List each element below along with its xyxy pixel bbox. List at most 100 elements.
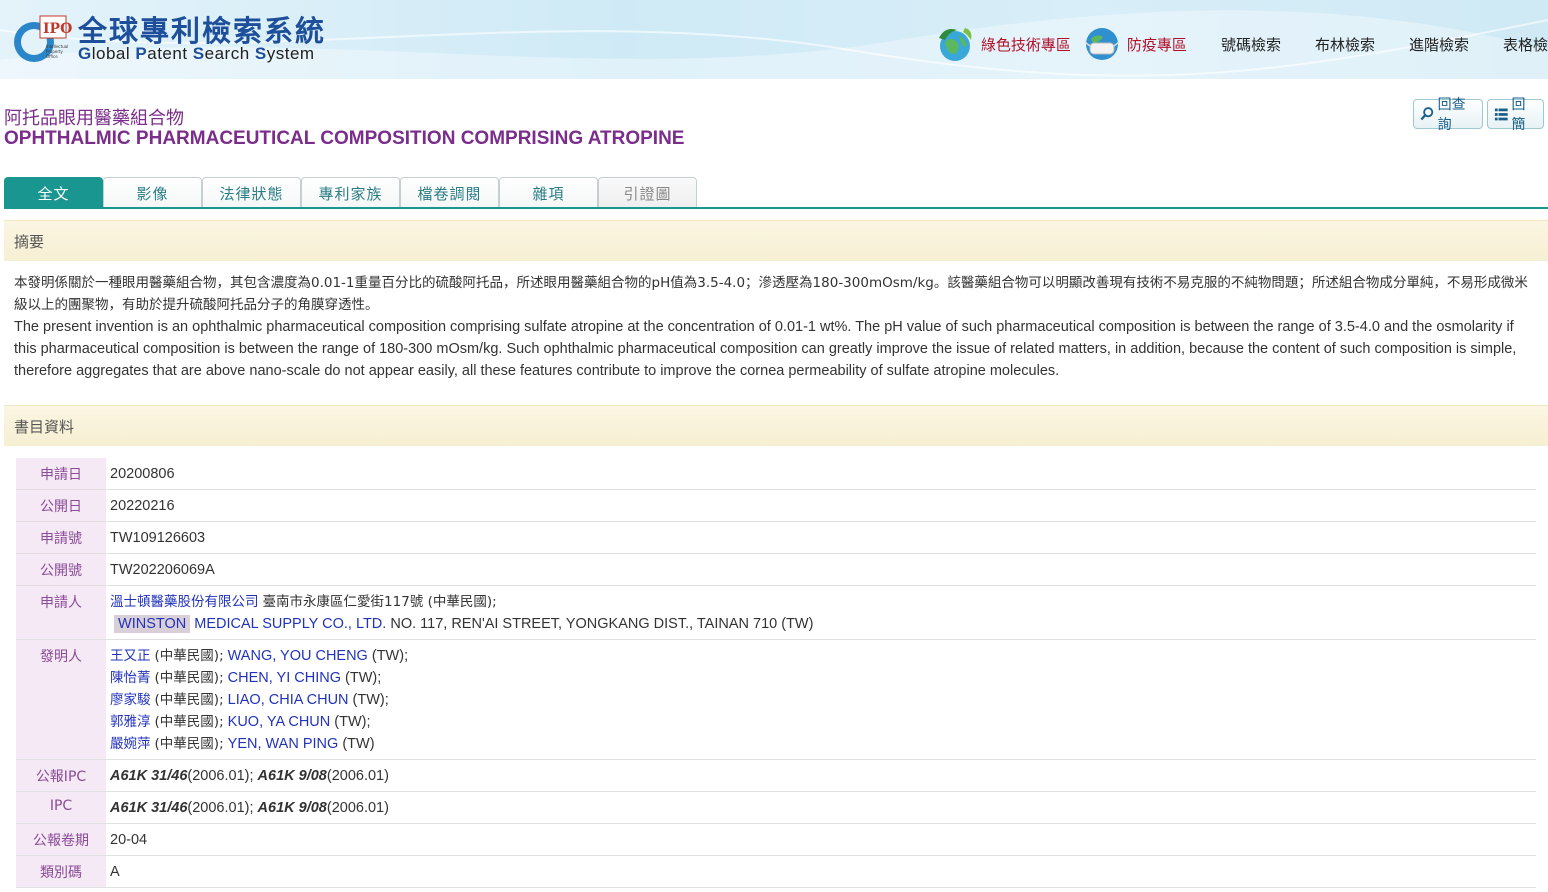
ipc-version: (2006.01); [187,768,254,784]
inventor-country: (TW); [334,714,371,730]
tab-patent-family[interactable]: 專利家族 [301,177,400,208]
table-row: IPC A61K 31/46(2006.01); A61K 9/08(2006.… [16,792,1536,824]
app-no-value: TW109126603 [110,530,206,546]
gazette-ipc-value: A61K 31/46(2006.01); A61K 9/08(2006.01) [106,760,389,791]
list-icon [1494,108,1508,121]
inventor-item: 陳怡菁 (中華民國); CHEN, YI CHING (TW); [110,667,408,689]
back-buttons: 回查詢 回簡 [1413,97,1548,133]
table-row: 公報卷期 20-04 [16,824,1536,856]
table-row: 公開號 TW202206069A [16,554,1536,586]
tab-file-wrapper[interactable]: 檔卷調閱 [400,177,499,208]
mask-globe-icon [1084,28,1120,60]
ipc-code: A61K 9/08 [257,800,327,816]
ipc-version: (2006.01) [326,800,389,816]
ipc-version: (2006.01); [187,800,254,816]
detail-tabs: 全文 影像 法律狀態 專利家族 檔卷調閱 雜項 引證圖 [4,177,697,208]
biblio-section-header: 書目資料 [4,405,1548,446]
app-date-value: 20200806 [110,466,175,482]
nav-advanced-search[interactable]: 進階檢索 [1409,34,1469,55]
biblio-table: 申請日 20200806 公開日 20220216 申請號 TW10912660… [16,458,1536,888]
inventor-country: (中華民國); [154,736,224,752]
top-navigation: 綠色技術專區 防疫專區 號碼檢索 布林檢索 進階檢索 表格檢 [935,22,1548,66]
pub-date-label: 公開日 [16,490,106,521]
table-row: 公報IPC A61K 31/46(2006.01); A61K 9/08(200… [16,760,1536,792]
svg-text:IPO: IPO [43,21,72,37]
inventor-country: (中華民國); [154,714,224,730]
volume-value: 20-04 [110,832,148,848]
nav-green-tech[interactable]: 綠色技術專區 [935,24,1071,64]
table-row: 發明人 王又正 (中華民國); WANG, YOU CHENG (TW); 陳怡… [16,640,1536,760]
ipc-code: A61K 31/46 [110,800,188,816]
inventor-country: (TW); [371,648,409,664]
nav-boolean-search[interactable]: 布林檢索 [1315,34,1375,55]
site-header: IPO Intellectual Property Office 全球專利檢索系… [0,0,1548,79]
applicant-value: 溫士頓醫藥股份有限公司 臺南市永康區仁愛街117號 (中華民國); WINSTO… [106,586,813,639]
gazette-ipc-label: 公報IPC [16,760,106,791]
table-row: 申請號 TW109126603 [16,522,1536,554]
applicant-label: 申請人 [16,586,106,639]
applicant-zh-link[interactable]: 溫士頓醫藥股份有限公司 [110,594,259,610]
nav-epidemic[interactable]: 防疫專區 [1083,25,1187,63]
inventor-en-link[interactable]: WANG, YOU CHENG [228,648,368,664]
inventor-zh-link[interactable]: 陳怡菁 [110,670,151,686]
svg-text:Office: Office [46,54,58,59]
patent-title-zh: 阿托品眼用醫藥組合物 [4,108,184,129]
ipc-label: IPC [16,792,106,823]
nav-table-search[interactable]: 表格檢 [1503,34,1548,55]
table-row: 申請人 溫士頓醫藥股份有限公司 臺南市永康區仁愛街117號 (中華民國); WI… [16,586,1536,640]
nav-number-search[interactable]: 號碼檢索 [1221,34,1281,55]
inventor-label: 發明人 [16,640,106,759]
applicant-zh-address: 臺南市永康區仁愛街117號 (中華民國); [262,594,497,610]
search-icon [1420,107,1434,121]
abstract-section-header: 摘要 [4,220,1548,261]
inventor-item: 嚴婉萍 (中華民國); YEN, WAN PING (TW) [110,733,408,755]
tab-fulltext[interactable]: 全文 [4,177,103,208]
abstract-zh: 本發明係關於一種眼用醫藥組合物，其包含濃度為0.01-1重量百分比的硫酸阿托品，… [14,275,1528,313]
ipc-value: A61K 31/46(2006.01); A61K 9/08(2006.01) [106,792,389,823]
app-no-label: 申請號 [16,522,106,553]
ipc-code: A61K 31/46 [110,768,188,784]
inventor-value: 王又正 (中華民國); WANG, YOU CHENG (TW); 陳怡菁 (中… [106,640,408,759]
pub-no-value: TW202206069A [110,562,215,578]
inventor-zh-link[interactable]: 嚴婉萍 [110,736,151,752]
tab-underline [4,207,1548,209]
table-row: 公開日 20220216 [16,490,1536,522]
app-date-label: 申請日 [16,458,106,489]
inventor-item: 郭雅淳 (中華民國); KUO, YA CHUN (TW); [110,711,408,733]
inventor-zh-link[interactable]: 王又正 [110,648,151,664]
kind-label: 類別碼 [16,856,106,887]
inventor-country: (中華民國); [154,692,224,708]
tab-images[interactable]: 影像 [103,177,202,208]
tab-legal-status[interactable]: 法律狀態 [202,177,301,208]
tab-citation-graph[interactable]: 引證圖 [598,177,697,208]
inventor-item: 王又正 (中華民國); WANG, YOU CHENG (TW); [110,645,408,667]
inventor-en-link[interactable]: KUO, YA CHUN [228,714,331,730]
ipc-version: (2006.01) [326,768,389,784]
inventor-en-link[interactable]: CHEN, YI CHING [228,670,341,686]
applicant-en-address: NO. 117, REN'AI STREET, YONGKANG DIST., … [390,616,814,632]
inventor-country: (TW); [345,670,382,686]
inventor-country: (中華民國); [154,648,224,664]
inventor-zh-link[interactable]: 郭雅淳 [110,714,151,730]
inventor-en-link[interactable]: LIAO, CHIA CHUN [228,692,349,708]
inventor-zh-link[interactable]: 廖家駿 [110,692,151,708]
site-title-en: Global Patent Search System [78,44,315,63]
volume-label: 公報卷期 [16,824,106,855]
inventor-country: (TW); [352,692,389,708]
inventor-country: (中華民國); [154,670,224,686]
tab-misc[interactable]: 雜項 [499,177,598,208]
abstract-en: The present invention is an ophthalmic p… [14,319,1517,379]
back-to-list-button[interactable]: 回簡 [1486,97,1544,133]
pub-date-value: 20220216 [110,498,175,514]
applicant-en-link[interactable]: MEDICAL SUPPLY CO., LTD. [194,616,386,632]
back-to-query-button[interactable]: 回查詢 [1413,97,1483,133]
inventor-item: 廖家駿 (中華民國); LIAO, CHIA CHUN (TW); [110,689,408,711]
ipo-logo[interactable]: IPO Intellectual Property Office [12,10,72,66]
applicant-en-highlight[interactable]: WINSTON [114,615,191,633]
abstract-text: 本發明係關於一種眼用醫藥組合物，其包含濃度為0.01-1重量百分比的硫酸阿托品，… [14,272,1536,382]
pub-no-label: 公開號 [16,554,106,585]
globe-leaf-icon [938,28,972,61]
ipc-code: A61K 9/08 [257,768,327,784]
inventor-en-link[interactable]: YEN, WAN PING [228,736,339,752]
table-row: 類別碼 A [16,856,1536,888]
